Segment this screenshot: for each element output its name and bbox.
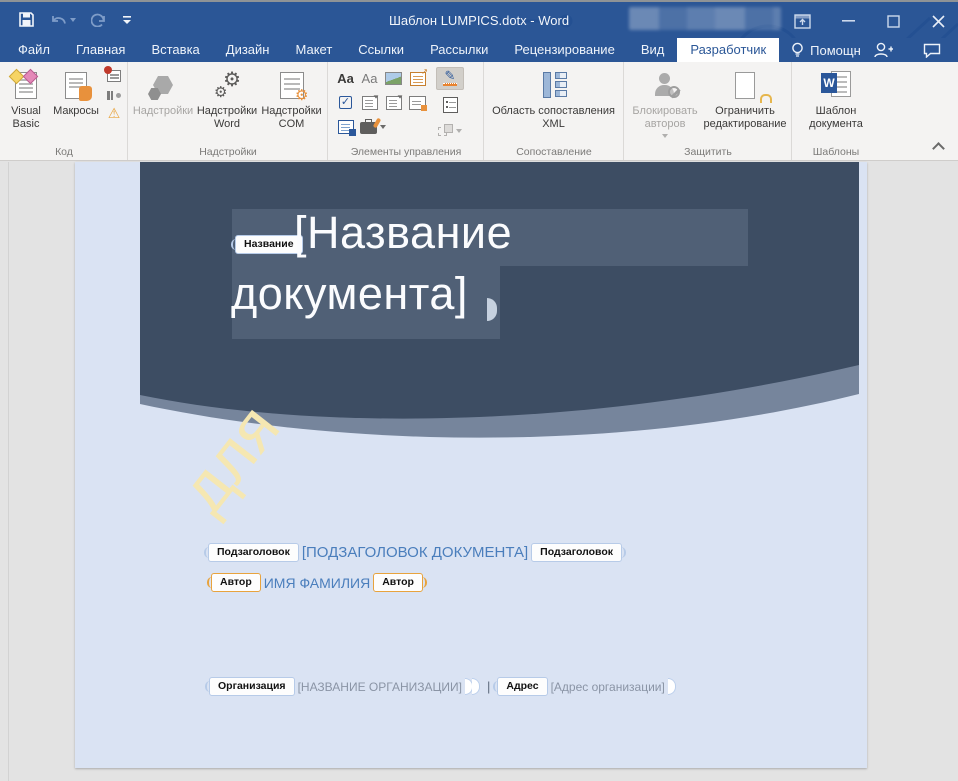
record-macro-button[interactable] xyxy=(106,69,122,83)
code-small-buttons: ⚠ xyxy=(104,65,124,125)
picture-control-button[interactable] xyxy=(382,67,405,90)
group-control-button xyxy=(436,119,464,142)
design-mode-button[interactable]: ✎ xyxy=(436,67,464,90)
ribbon-tab-bar: Файл Главная Вставка Дизайн Макет Ссылки… xyxy=(0,38,958,62)
ribbon-spacer xyxy=(880,62,958,160)
window-controls xyxy=(794,2,946,40)
author-placeholder-text[interactable]: ИМЯ ФАМИЛИЯ xyxy=(264,575,370,591)
close-button[interactable] xyxy=(931,14,946,29)
address-end-bracket xyxy=(668,678,676,695)
tab-mailings[interactable]: Рассылки xyxy=(417,38,501,62)
org-address-separator: | xyxy=(487,679,490,694)
document-title-line1[interactable]: [Название xyxy=(294,207,512,259)
document-title-line2[interactable]: документа] xyxy=(231,268,468,320)
address-placeholder-text[interactable]: [Адрес организации] xyxy=(551,680,665,694)
xml-mapping-pane-button[interactable]: Область сопоставления XML xyxy=(488,65,619,134)
word-app-window: { "titlebar": { "title": "Шаблон LUMPICS… xyxy=(0,0,958,781)
group-label-templates: Шаблоны xyxy=(792,146,880,158)
macros-button[interactable]: Макросы xyxy=(48,65,104,121)
visual-basic-button[interactable]: Visual Basic xyxy=(4,65,48,134)
block-authors-dropdown-icon xyxy=(662,134,668,138)
pause-recording-button[interactable] xyxy=(106,89,122,101)
macros-icon xyxy=(59,68,93,102)
tab-insert[interactable]: Вставка xyxy=(138,38,212,62)
com-addins-icon: ⚙ xyxy=(275,68,309,102)
tab-home[interactable]: Главная xyxy=(63,38,138,62)
rich-text-control-button[interactable]: Aa xyxy=(334,67,357,90)
addins-button: Надстройки xyxy=(132,65,194,121)
share-person-icon[interactable] xyxy=(873,42,893,58)
author-tag-open[interactable]: Автор xyxy=(211,573,261,592)
combobox-control-button[interactable] xyxy=(358,91,381,114)
block-authors-icon xyxy=(648,68,682,102)
ribbon-developer: Visual Basic Макросы ⚠ xyxy=(0,62,958,161)
control-properties-button[interactable] xyxy=(436,93,464,116)
organization-placeholder-text[interactable]: [НАЗВАНИЕ ОРГАНИЗАЦИИ] xyxy=(298,680,462,694)
xml-mapping-icon xyxy=(537,68,571,102)
plain-text-control-button[interactable]: Aa xyxy=(358,67,381,90)
document-area: Название [Название документа] для Подзаг… xyxy=(0,162,958,781)
tell-me-box[interactable]: Помощн xyxy=(779,38,873,62)
title-bar: Шаблон LUMPICS.dotx - Word xyxy=(0,0,958,38)
tabrow-right-icons xyxy=(873,38,958,62)
com-addins-button[interactable]: ⚙ Надстройки COM xyxy=(260,65,323,134)
group-label-controls: Элементы управления xyxy=(328,146,484,158)
address-tag[interactable]: Адрес xyxy=(497,677,547,696)
tab-layout[interactable]: Макет xyxy=(282,38,345,62)
legacy-tools-button[interactable] xyxy=(358,115,405,138)
group-label-mapping: Сопоставление xyxy=(484,146,624,158)
tab-developer[interactable]: Разработчик xyxy=(677,38,779,62)
author-content-control: Автор ИМЯ ФАМИЛИЯ Автор xyxy=(211,573,423,592)
ribbon-display-options-button[interactable] xyxy=(794,14,811,29)
collapse-ribbon-button[interactable] xyxy=(933,143,945,151)
window-left-edge xyxy=(8,162,9,781)
tab-file[interactable]: Файл xyxy=(5,38,63,62)
tab-references[interactable]: Ссылки xyxy=(345,38,417,62)
subtitle-tag-open[interactable]: Подзаголовок xyxy=(208,543,299,562)
subtitle-placeholder-text[interactable]: [ПОДЗАГОЛОВОК ДОКУМЕНТА] xyxy=(302,544,528,561)
tell-me-label: Помощн xyxy=(810,43,861,58)
subtitle-content-control: Подзаголовок [ПОДЗАГОЛОВОК ДОКУМЕНТА] По… xyxy=(208,543,622,562)
tab-view[interactable]: Вид xyxy=(628,38,678,62)
group-label-protect: Защитить xyxy=(624,146,792,158)
title-content-control-tag[interactable]: Название xyxy=(235,235,303,254)
tab-design[interactable]: Дизайн xyxy=(213,38,283,62)
word-addins-button[interactable]: ⚙ ⚙ Надстройки Word xyxy=(194,65,260,134)
organization-row: Организация [НАЗВАНИЕ ОРГАНИЗАЦИИ] | Адр… xyxy=(209,677,676,696)
document-page[interactable]: Название [Название документа] для Подзаг… xyxy=(75,162,867,768)
minimize-button[interactable] xyxy=(842,19,856,23)
group-label-addins: Надстройки xyxy=(128,146,328,158)
controls-grid: Aa Aa ↗ ✓ xyxy=(332,65,429,138)
group-label-code: Код xyxy=(0,146,128,158)
checkbox-control-button[interactable]: ✓ xyxy=(334,91,357,114)
organization-tag[interactable]: Организация xyxy=(209,677,295,696)
macro-security-button[interactable]: ⚠ xyxy=(106,107,122,121)
restrict-editing-icon xyxy=(728,68,762,102)
building-block-gallery-button[interactable]: ↗ xyxy=(406,67,429,90)
document-template-icon: W xyxy=(819,68,853,102)
subtitle-tag-close[interactable]: Подзаголовок xyxy=(531,543,622,562)
dropdown-list-control-button[interactable] xyxy=(382,91,405,114)
tab-review[interactable]: Рецензирование xyxy=(501,38,627,62)
visual-basic-icon xyxy=(9,68,43,102)
repeating-section-control-button[interactable] xyxy=(334,115,357,138)
lightbulb-icon xyxy=(791,42,804,58)
controls-right-column: ✎ xyxy=(436,65,464,142)
maximize-button[interactable] xyxy=(887,15,900,28)
addins-icon xyxy=(146,68,180,102)
word-addins-icon: ⚙ ⚙ xyxy=(210,68,244,102)
author-tag-close[interactable]: Автор xyxy=(373,573,423,592)
restrict-editing-button[interactable]: Ограничить редактирование xyxy=(702,65,788,134)
comment-icon[interactable] xyxy=(923,43,941,58)
date-picker-control-button[interactable] xyxy=(406,91,429,114)
blurred-account-area xyxy=(629,7,781,30)
document-template-button[interactable]: W Шаблон документа xyxy=(796,65,876,134)
block-authors-button: Блокировать авторов xyxy=(628,65,702,141)
organization-end-bracket xyxy=(472,678,480,695)
